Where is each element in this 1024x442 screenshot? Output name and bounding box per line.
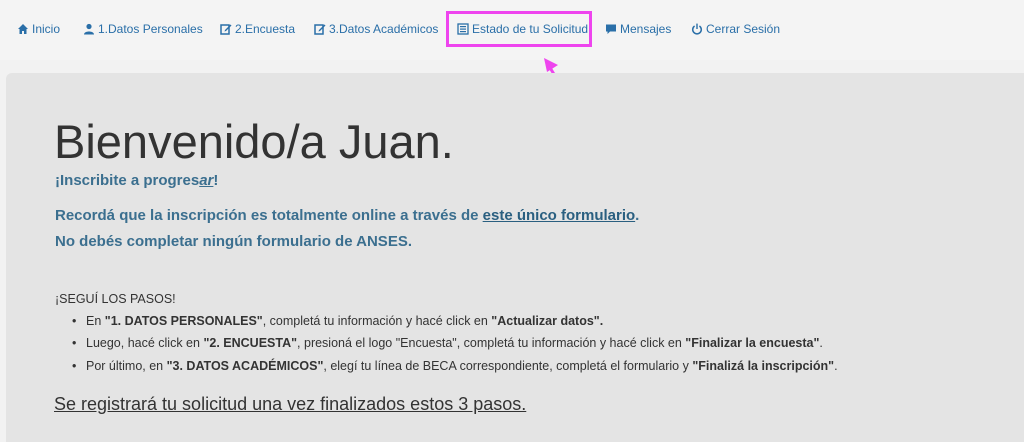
nav-item-inicio[interactable]: Inicio [17, 21, 60, 37]
power-icon [692, 23, 702, 35]
message-icon [606, 24, 616, 34]
info-line-1: Recordá que la inscripción es totalmente… [55, 207, 640, 224]
subtitle: ¡Inscribite a progresar! [55, 172, 219, 189]
nav-label: Inicio [32, 22, 61, 36]
nav-item-cerrar-sesion[interactable]: Cerrar Sesión [691, 21, 780, 37]
nav-item-encuesta[interactable]: 2.Encuesta [220, 21, 295, 37]
nav-label: Cerrar Sesión [706, 22, 781, 36]
nav-label: Mensajes [620, 22, 672, 36]
steps-title: ¡SEGUÍ LOS PASOS! [55, 292, 176, 306]
info-line-2: No debés completar ningún formulario de … [55, 233, 412, 250]
nav-item-datos-personales[interactable]: 1.Datos Personales [83, 21, 203, 37]
nav-label: 2.Encuesta [235, 22, 296, 36]
edit-icon [314, 24, 326, 35]
edit-icon [220, 24, 232, 35]
nav-item-mensajes[interactable]: Mensajes [605, 21, 671, 37]
list-item: Por último, en "3. DATOS ACADÉMICOS", el… [72, 359, 838, 373]
final-note: Se registrará tu solicitud una vez final… [54, 394, 527, 414]
home-icon [18, 24, 28, 34]
nav-item-datos-academicos[interactable]: 3.Datos Académicos [314, 21, 438, 37]
list-item: Luego, hacé click en "2. ENCUESTA", pres… [72, 336, 823, 350]
nav-label: 3.Datos Académicos [329, 22, 439, 36]
highlight-box [446, 11, 592, 47]
form-link[interactable]: este único formulario [483, 207, 636, 224]
user-icon [84, 23, 94, 35]
list-item: En "1. DATOS PERSONALES", completá tu in… [72, 314, 603, 328]
page-title: Bienvenido/a Juan. [54, 115, 454, 168]
nav-label: 1.Datos Personales [98, 22, 203, 36]
